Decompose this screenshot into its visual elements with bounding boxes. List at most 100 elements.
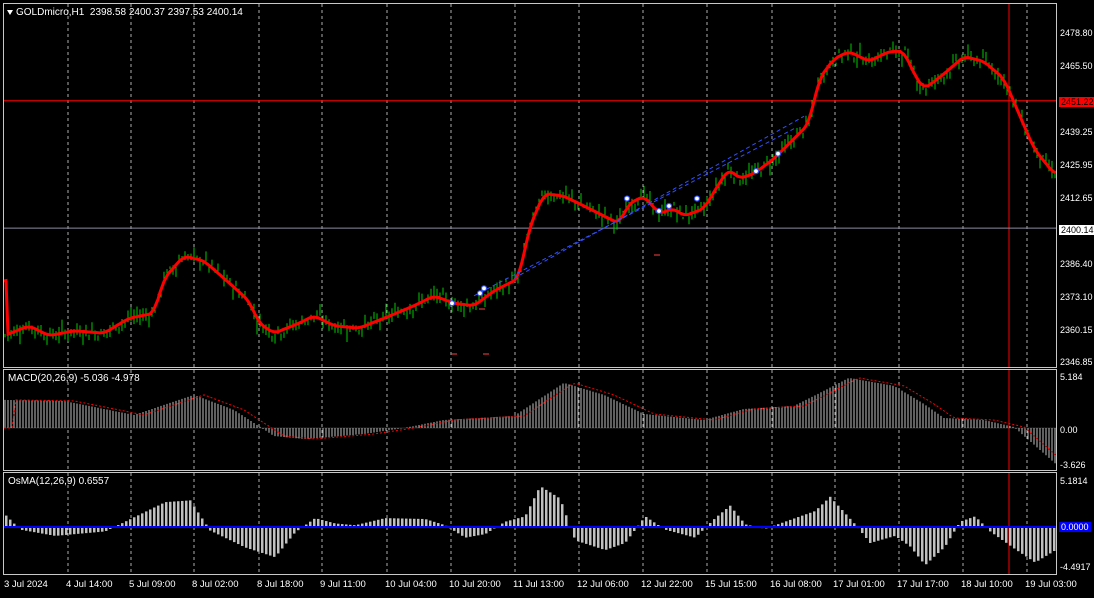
osma-bar [613, 527, 616, 547]
dropdown-triangle-icon[interactable] [7, 9, 13, 15]
price-chart-pane[interactable]: GOLDmicro,H1 2398.58 2400.37 2397.53 240… [3, 3, 1057, 368]
time-tick-label: 16 Jul 08:00 [770, 579, 822, 590]
osma-bar [617, 527, 620, 546]
time-tick-label: 3 Jul 2024 [4, 579, 48, 590]
osma-bar [1029, 527, 1032, 560]
osma-zero-tag: 0.0000 [1059, 522, 1091, 532]
osma-bar [941, 527, 944, 550]
osma-bar [145, 511, 148, 527]
osma-bar [181, 500, 184, 527]
price-tick: 2346.85 [1060, 357, 1093, 367]
osma-bar [601, 527, 604, 550]
macd-pane[interactable]: MACD(20,26,9) -5.036 -4.978 [3, 369, 1057, 471]
osma-bar [917, 527, 920, 557]
time-tick-label: 17 Jul 17:00 [897, 579, 949, 590]
osma-bar [289, 527, 292, 539]
osma-bar [885, 527, 888, 539]
osma-bar [837, 505, 840, 527]
osma-bar [889, 527, 892, 538]
trade-marker [480, 285, 488, 292]
osma-bar [149, 509, 152, 527]
osma-bar [733, 510, 736, 527]
osma-bar [873, 527, 876, 542]
macd-scale-tick: 0.00 [1060, 425, 1078, 435]
osma-bar [929, 527, 932, 561]
price-tick: 2412.65 [1060, 193, 1093, 203]
trade-marker [665, 202, 673, 210]
osma-bar [229, 527, 232, 541]
osma-bar [65, 527, 68, 535]
osma-bar [129, 519, 132, 527]
osma-bar [377, 519, 380, 527]
osma-bar [169, 501, 172, 527]
time-tick-label: 12 Jul 22:00 [641, 579, 693, 590]
osma-histogram[interactable] [4, 473, 1056, 574]
osma-bar [685, 527, 688, 536]
osma-bar [561, 504, 564, 527]
osma-bar [553, 494, 556, 527]
time-tick-label: 10 Jul 20:00 [449, 579, 501, 590]
osma-bar [697, 527, 700, 535]
osma-bar [1001, 527, 1004, 540]
time-tick-label: 10 Jul 04:00 [385, 579, 437, 590]
osma-bar [629, 527, 632, 537]
osma-bar [9, 519, 12, 527]
osma-bar [161, 503, 164, 527]
osma-bar [717, 515, 720, 527]
osma-bar [225, 527, 228, 539]
osma-bar [813, 511, 816, 527]
osma-bar [921, 527, 924, 562]
osma-bar [257, 527, 260, 552]
trade-marker [752, 168, 760, 175]
osma-bar [317, 518, 320, 527]
osma-pane[interactable]: OsMA(12,26,9) 0.6557 [3, 472, 1057, 575]
time-tick-label: 8 Jul 18:00 [257, 579, 304, 590]
osma-bar [1053, 527, 1056, 552]
osma-bar [177, 501, 180, 527]
osma-bar [269, 527, 272, 556]
osma-bar [589, 527, 592, 546]
osma-bar [281, 527, 284, 549]
red-line-price-tag: 2451.22 [1059, 97, 1094, 107]
price-tick: 2439.25 [1060, 127, 1093, 137]
osma-bar [1041, 527, 1044, 559]
osma-bar [721, 512, 724, 527]
osma-bar [545, 489, 548, 527]
price-chart-svg[interactable] [4, 4, 1056, 367]
ohlc-values: 2398.58 2400.37 2397.53 2400.14 [89, 7, 243, 18]
osma-bar [913, 527, 916, 552]
osma-bar [693, 527, 696, 538]
osma-bar [461, 527, 464, 536]
osma-bar [481, 527, 484, 535]
osma-bar [725, 509, 728, 527]
price-tick: 2373.10 [1060, 292, 1093, 302]
osma-bar [801, 515, 804, 527]
osma-bar [577, 527, 580, 542]
osma-bar [1033, 527, 1036, 562]
time-tick-label: 11 Jul 13:00 [513, 579, 565, 590]
osma-bar [473, 527, 476, 537]
osma-bar [933, 527, 936, 557]
osma-bar [1005, 527, 1008, 543]
osma-bar [157, 505, 160, 527]
osma-bar [417, 518, 420, 527]
osma-bar [153, 507, 156, 527]
osma-bar [393, 518, 396, 527]
trade-marker [655, 207, 663, 215]
osma-bar [605, 527, 608, 550]
osma-bar [517, 518, 520, 527]
macd-title: MACD(20,26,9) -5.036 -4.978 [8, 373, 140, 384]
osma-bar [533, 498, 536, 527]
osma-bar [525, 514, 528, 527]
osma-bar [797, 517, 800, 527]
osma-bar [1017, 527, 1020, 552]
osma-bar [621, 527, 624, 545]
time-axis[interactable]: 3 Jul 2024 4 Jul 14:00 5 Jul 09:00 8 Jul 02… [0, 576, 1094, 598]
macd-histogram[interactable] [4, 370, 1056, 470]
time-tick-label: 4 Jul 14:00 [66, 579, 113, 590]
time-tick-label: 15 Jul 15:00 [705, 579, 757, 590]
price-scale[interactable]: 2478.80 2465.50 2451.22 2439.25 2425.95 … [1058, 0, 1094, 598]
osma-bar [649, 519, 652, 527]
osma-bar [241, 527, 244, 546]
time-tick-label: 8 Jul 02:00 [192, 579, 239, 590]
